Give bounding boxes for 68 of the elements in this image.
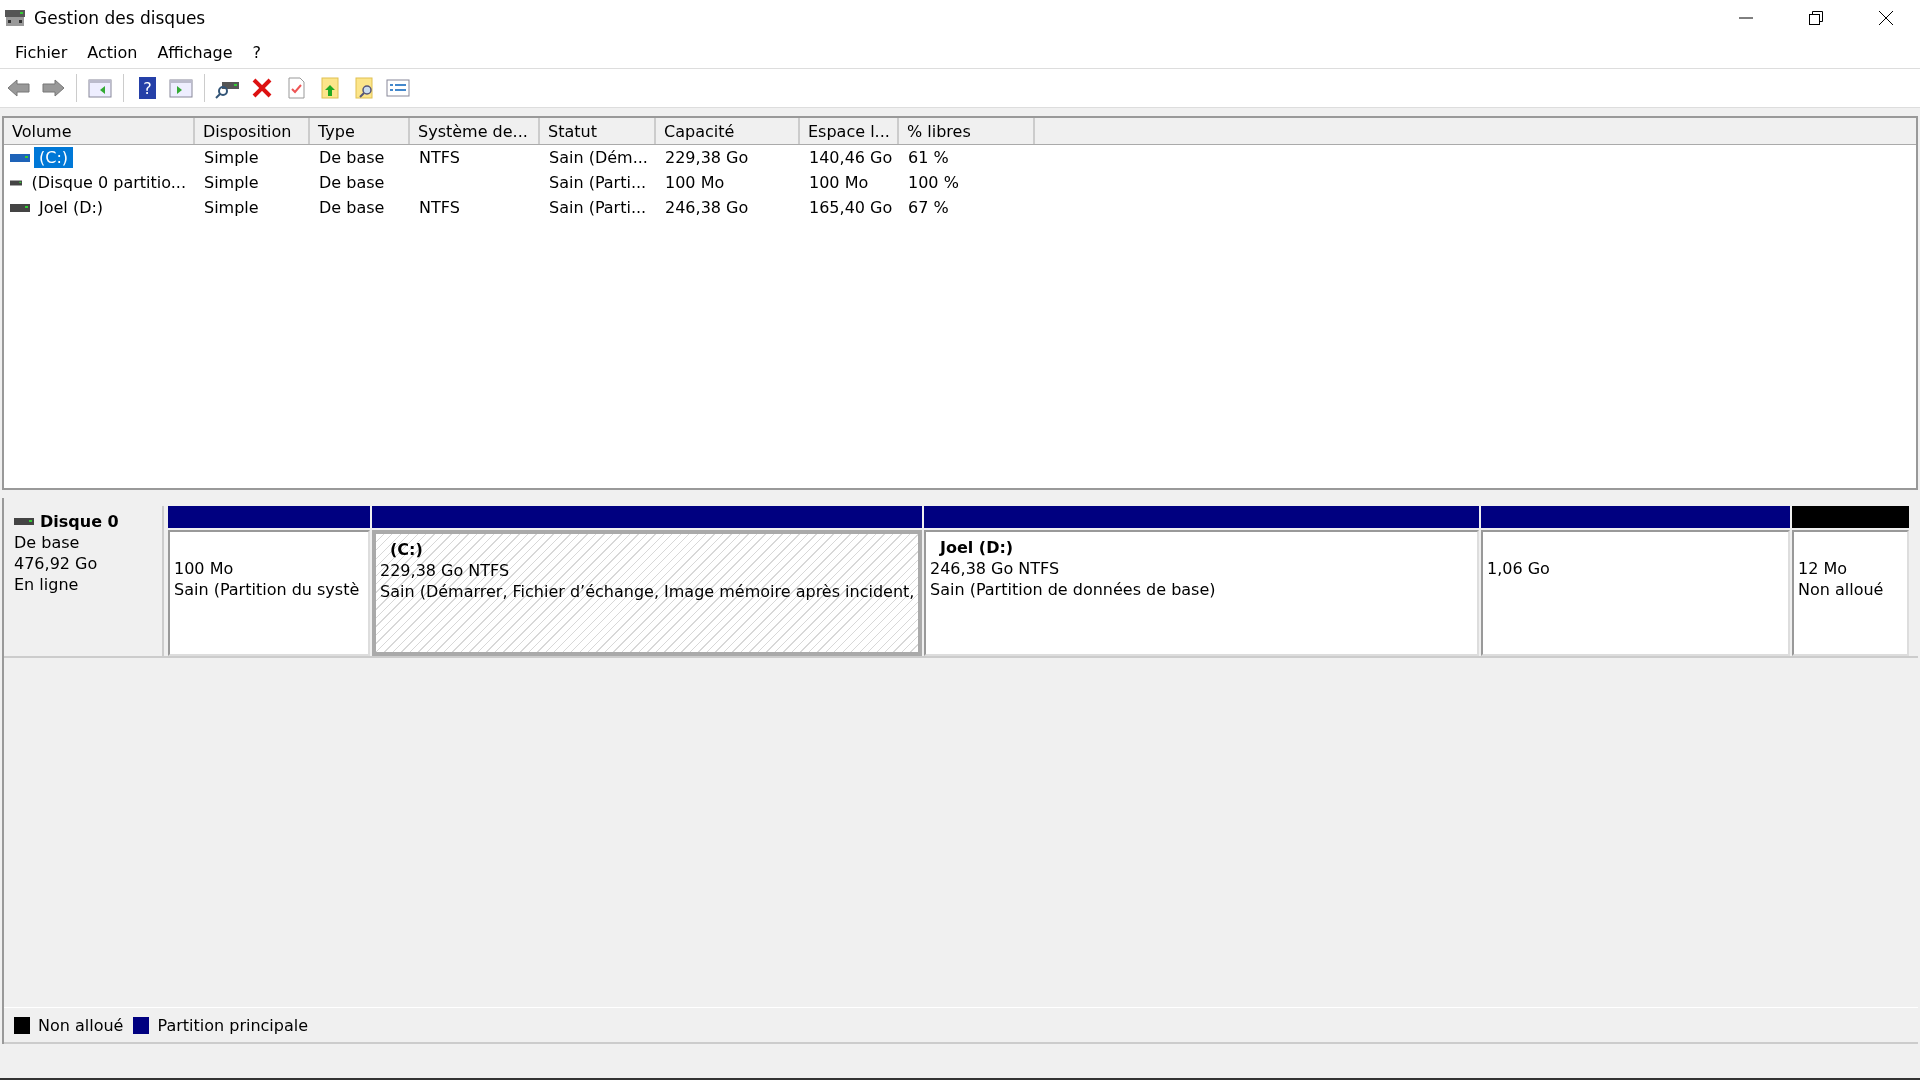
partition-detail: Sain (Partition de données de base) [930, 580, 1217, 599]
table-cell: Sain (Dém... [549, 148, 648, 167]
partition-block[interactable]: 100 Mo Sain (Partition du systè [168, 530, 370, 656]
window-title: Gestion des disques [34, 8, 206, 28]
partition-detail: Non alloué [1798, 580, 1885, 599]
table-cell: Sain (Parti... [549, 173, 647, 192]
disk-detail: En ligne [14, 575, 80, 594]
partition-detail: 246,38 Go NTFS [930, 559, 1061, 578]
partition-block[interactable]: 1,06 Go [1481, 530, 1790, 656]
table-cell: 100 Mo [665, 173, 725, 192]
table-cell: 61 % [908, 148, 949, 167]
back-arrow-icon[interactable] [6, 76, 32, 100]
table-cell: 140,46 Go [809, 148, 893, 167]
partition-detail: 229,38 Go NTFS [380, 561, 511, 580]
legend-label: Non alloué [38, 1015, 124, 1035]
table-cell: De base [319, 198, 385, 217]
partition-block[interactable]: (C:) 229,38 Go NTFS Sain (Démarrer, Fichier d’échange, Image mémoire après incident, [372, 530, 922, 656]
column-header[interactable]: % libres [899, 118, 1035, 144]
table-cell: 165,40 Go [809, 198, 893, 217]
table-cell: Simple [204, 198, 259, 217]
drive-label[interactable]: (Disque 0 partitio... [26, 172, 191, 193]
properties-list-icon[interactable] [385, 76, 411, 100]
menu-item[interactable]: Affichage [148, 39, 242, 65]
table-cell: De base [319, 173, 385, 192]
column-header[interactable]: Volume [4, 118, 195, 144]
table-cell: 229,38 Go [665, 148, 749, 167]
menu-item[interactable]: ? [243, 39, 271, 65]
column-header[interactable]: Système de... [410, 118, 540, 144]
action-pane-icon[interactable] [168, 76, 194, 100]
drive-label[interactable]: Joel (D:) [34, 197, 109, 218]
partition-detail: 12 Mo [1798, 559, 1849, 578]
partition-title: Joel (D:) [938, 538, 1015, 557]
disk-name: Disque 0 [40, 512, 119, 531]
table-cell: NTFS [419, 148, 460, 167]
table-cell: NTFS [419, 198, 460, 217]
table-cell: Simple [204, 148, 259, 167]
column-header[interactable]: Type [310, 118, 410, 144]
column-header[interactable]: Espace l... [800, 118, 899, 144]
table-cell: Sain (Parti... [549, 198, 647, 217]
menu-item[interactable]: Fichier [6, 39, 77, 65]
table-cell: 100 Mo [809, 173, 869, 192]
table-cell: 100 % [908, 173, 959, 192]
column-header[interactable]: Disposition [195, 118, 310, 144]
forward-arrow-icon[interactable] [40, 76, 66, 100]
table-cell: 67 % [908, 198, 949, 217]
partition-detail: 1,06 Go [1487, 559, 1551, 578]
table-cell: Simple [204, 173, 259, 192]
drive-label[interactable]: (C:) [34, 147, 74, 168]
disk-detail: 476,92 Go [14, 554, 99, 573]
partition-block[interactable]: Joel (D:) 246,38 Go NTFS Sain (Partition de données de base) [924, 530, 1479, 656]
partition-detail: 100 Mo [174, 559, 235, 578]
partition-block[interactable]: 12 Mo Non alloué [1792, 530, 1909, 656]
column-header[interactable]: Statut [540, 118, 656, 144]
disk-detail: De base [14, 533, 81, 552]
console-tree-icon[interactable] [87, 76, 113, 100]
disk-management-icon [4, 8, 26, 28]
partition-title: (C:) [389, 540, 424, 559]
close-icon[interactable] [1878, 10, 1894, 26]
drive-icon [10, 202, 30, 213]
drive-icon [10, 152, 30, 163]
partition-detail: Sain (Partition du systè [174, 580, 361, 599]
column-header[interactable]: Capacité [656, 118, 800, 144]
menu-item[interactable]: Action [78, 39, 147, 65]
table-cell: 246,38 Go [665, 198, 749, 217]
legend-label: Partition principale [157, 1015, 309, 1035]
table-cell: De base [319, 148, 385, 167]
partition-detail: Sain (Démarrer, Fichier d’échange, Image mémoire après incident, [380, 582, 914, 601]
restore-icon[interactable] [1808, 10, 1824, 26]
